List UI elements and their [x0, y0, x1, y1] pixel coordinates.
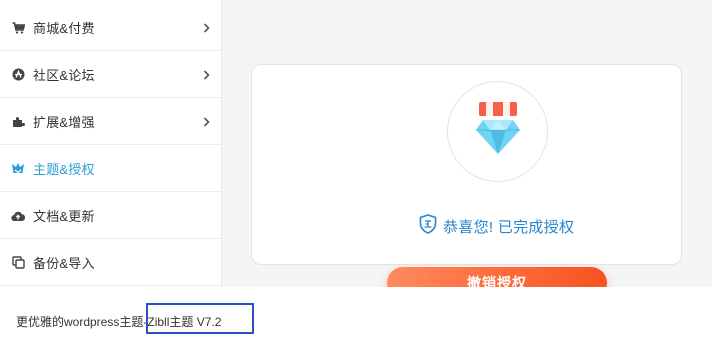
license-status: 恭喜您! 已完成授权 [419, 213, 575, 239]
footer: 更优雅的wordpress主题-Zibll主题 V7.2 [0, 287, 712, 339]
cloud-upload-icon [11, 209, 25, 223]
cart-icon [11, 21, 25, 35]
license-panel: 恭喜您! 已完成授权 撤销授权 [222, 0, 712, 299]
sidebar-item-label: 商城&付费 [33, 21, 95, 36]
sidebar-item-label: 主题&授权 [33, 162, 95, 177]
settings-sidebar: 商城&付费 社区&论坛 扩展&增强 主题&授权 文档&更新 备份&导入 [0, 0, 222, 287]
sidebar-item-shop[interactable]: 商城&付费 [0, 5, 221, 51]
community-icon [11, 68, 25, 82]
sidebar-item-extensions[interactable]: 扩展&增强 [0, 99, 221, 145]
sidebar-item-label: 文档&更新 [33, 209, 95, 224]
sidebar-item-theme-license[interactable]: 主题&授权 [0, 146, 221, 192]
puzzle-icon [11, 115, 25, 129]
sidebar-item-label: 社区&论坛 [33, 68, 95, 83]
annotation-highlight-box [146, 303, 254, 334]
status-message: 恭喜您! 已完成授权 [443, 218, 575, 236]
verified-shield-icon [419, 213, 437, 239]
sidebar-item-docs-updates[interactable]: 文档&更新 [0, 193, 221, 239]
theme-icon [11, 162, 25, 176]
chevron-right-icon [201, 116, 211, 127]
chevron-right-icon [201, 69, 211, 80]
chevron-right-icon [201, 22, 211, 33]
sidebar-item-backup-import[interactable]: 备份&导入 [0, 240, 221, 286]
license-badge [447, 81, 548, 182]
sidebar-item-label: 扩展&增强 [33, 115, 95, 130]
copy-icon [11, 256, 25, 270]
diamond-shop-icon [475, 102, 521, 161]
footer-tagline: 更优雅的wordpress主题- [16, 315, 148, 329]
sidebar-item-label: 备份&导入 [33, 256, 95, 271]
sidebar-item-community[interactable]: 社区&论坛 [0, 52, 221, 98]
license-card: 恭喜您! 已完成授权 撤销授权 [251, 64, 682, 299]
